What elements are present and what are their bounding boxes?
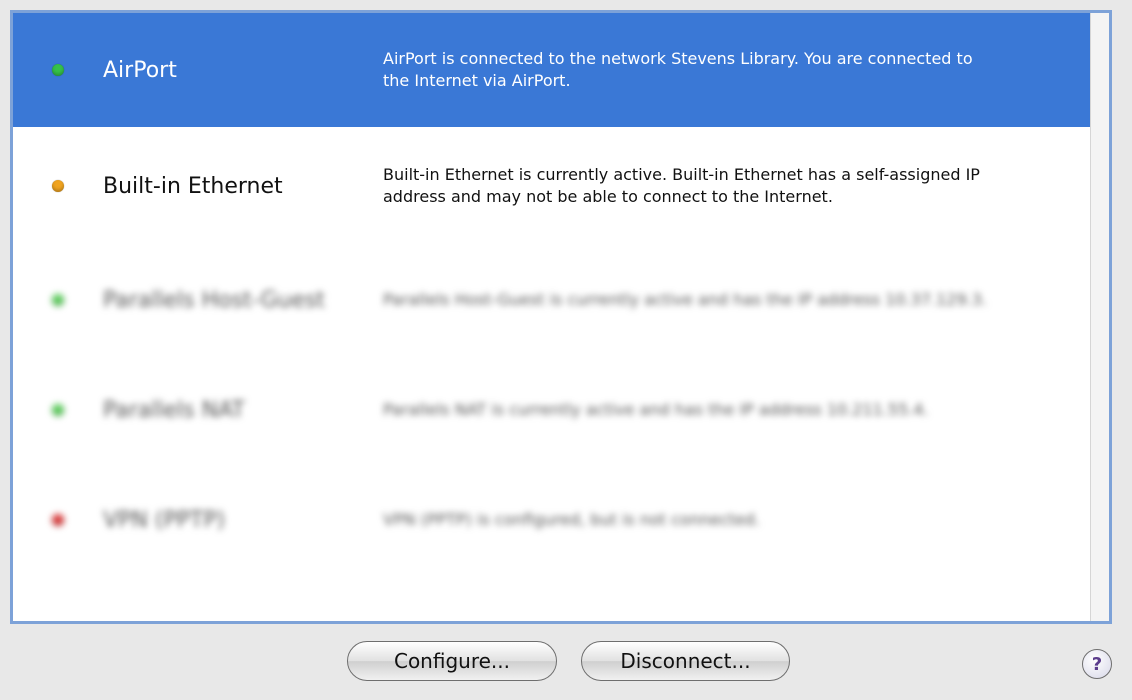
help-icon[interactable]: ? [1082, 649, 1112, 679]
connection-name: Parallels Host-Guest [103, 287, 326, 313]
status-green-icon [52, 404, 64, 416]
vertical-scrollbar[interactable] [1090, 13, 1109, 621]
status-indicator-cell [13, 64, 103, 76]
connection-description: Parallels Host-Guest is currently active… [383, 290, 987, 309]
status-indicator-cell [13, 404, 103, 416]
configure-button[interactable]: Configure... [347, 641, 557, 681]
network-connections-list[interactable]: AirPort AirPort is connected to the netw… [10, 10, 1112, 624]
status-green-icon [52, 64, 64, 76]
connection-row-parallels-host-guest[interactable]: Parallels Host-Guest Parallels Host-Gues… [13, 245, 1091, 355]
connection-row-built-in-ethernet[interactable]: Built-in Ethernet Built-in Ethernet is c… [13, 127, 1091, 245]
status-indicator-cell [13, 514, 103, 526]
connection-name: Built-in Ethernet [103, 173, 283, 199]
connection-description: VPN (PPTP) is configured, but is not con… [383, 510, 760, 529]
status-red-icon [52, 514, 64, 526]
connection-description: AirPort is connected to the network Stev… [383, 49, 973, 90]
connection-row-vpn-pptp[interactable]: VPN (PPTP) VPN (PPTP) is configured, but… [13, 465, 1091, 575]
status-indicator-cell [13, 294, 103, 306]
connection-name: AirPort [103, 57, 177, 83]
connection-row-parallels-nat[interactable]: Parallels NAT Parallels NAT is currently… [13, 355, 1091, 465]
connection-description: Parallels NAT is currently active and ha… [383, 400, 929, 419]
connection-description: Built-in Ethernet is currently active. B… [383, 165, 980, 206]
connection-row-airport[interactable]: AirPort AirPort is connected to the netw… [13, 13, 1091, 127]
connection-name: VPN (PPTP) [103, 507, 226, 533]
connection-name: Parallels NAT [103, 397, 245, 423]
status-orange-icon [52, 180, 64, 192]
status-green-icon [52, 294, 64, 306]
disconnect-button[interactable]: Disconnect... [581, 641, 790, 681]
status-indicator-cell [13, 180, 103, 192]
